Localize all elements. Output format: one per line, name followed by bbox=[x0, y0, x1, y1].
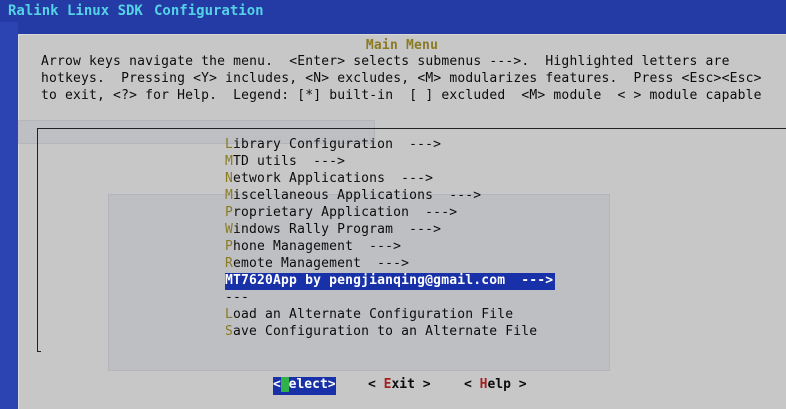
main-menu-dialog: Main Menu Arrow keys navigate the menu. … bbox=[18, 34, 786, 409]
select-button-label: elect bbox=[288, 377, 328, 392]
menu-item-label: roprietary Application ---> bbox=[233, 205, 458, 220]
menu-item-remote-management[interactable]: Remote Management ---> bbox=[225, 256, 409, 273]
section-title: Configuration bbox=[154, 3, 264, 19]
exit-button-label: xit bbox=[391, 377, 415, 392]
menu-item-label: etwork Applications ---> bbox=[233, 171, 434, 186]
separator-label: --- bbox=[225, 290, 250, 305]
select-button[interactable]: <Select> bbox=[273, 377, 336, 395]
hotkey: L bbox=[225, 137, 234, 152]
hotkey: S bbox=[225, 324, 234, 339]
hotkey: M bbox=[225, 188, 234, 203]
text-cursor: S bbox=[280, 377, 289, 392]
hotkey: N bbox=[225, 171, 234, 186]
menu-item-network-applications[interactable]: Network Applications ---> bbox=[225, 171, 433, 188]
menu-item-proprietary-application[interactable]: Proprietary Application ---> bbox=[225, 205, 457, 222]
menu-item-label: indows Rally Program ---> bbox=[233, 222, 442, 237]
menu-item-label: T7620App by pengjianqing@gmail.com ---> bbox=[233, 273, 554, 288]
menu-item-save-alternate-config[interactable]: Save Configuration to an Alternate File bbox=[225, 324, 537, 341]
bracket-open: < bbox=[368, 377, 384, 392]
help-text-line-3: to exit, <?> for Help. Legend: [*] built… bbox=[41, 88, 762, 103]
menu-item-phone-management[interactable]: Phone Management ---> bbox=[225, 239, 401, 256]
hotkey: W bbox=[225, 222, 234, 237]
terminal-left-edge bbox=[0, 22, 18, 409]
bracket-open: < bbox=[273, 377, 281, 392]
menu-separator: --- bbox=[225, 290, 249, 307]
menu-item-label: ave Configuration to an Alternate File bbox=[233, 324, 538, 339]
menu-item-label: ibrary Configuration ---> bbox=[233, 137, 442, 152]
menu-item-label: iscellaneous Applications ---> bbox=[233, 188, 482, 203]
menu-item-label: emote Management ---> bbox=[233, 256, 410, 271]
menu-item-label: oad an Alternate Configuration File bbox=[233, 307, 514, 322]
menu-item-label: TD utils ---> bbox=[233, 154, 346, 169]
help-button-label: elp bbox=[487, 377, 511, 392]
help-text-line-1: Arrow keys navigate the menu. <Enter> se… bbox=[41, 54, 730, 69]
menu-item-load-alternate-config[interactable]: Load an Alternate Configuration File bbox=[225, 307, 513, 324]
bracket-open: < bbox=[464, 377, 480, 392]
exit-button[interactable]: < Exit > bbox=[368, 377, 431, 395]
menu-item-library-configuration[interactable]: Library Configuration ---> bbox=[225, 137, 441, 154]
hotkey: M bbox=[225, 154, 234, 169]
hotkey: R bbox=[225, 256, 234, 271]
help-text-line-2: hotkeys. Pressing <Y> includes, <N> excl… bbox=[41, 71, 762, 86]
menu-item-mtd-utils[interactable]: MTD utils ---> bbox=[225, 154, 345, 171]
menu-box-corner bbox=[37, 311, 41, 352]
bracket-close: > bbox=[510, 377, 527, 392]
bracket-close: > bbox=[327, 377, 336, 392]
hotkey: P bbox=[225, 205, 234, 220]
title-bar: Ralink Linux SDK Configuration bbox=[0, 0, 786, 22]
hotkey: P bbox=[225, 239, 234, 254]
menu-item-miscellaneous-applications[interactable]: Miscellaneous Applications ---> bbox=[225, 188, 481, 205]
hotkey: L bbox=[225, 307, 234, 322]
menu-item-mt7620app[interactable]: MT7620App by pengjianqing@gmail.com ---> bbox=[225, 273, 556, 290]
menu-item-label: hone Management ---> bbox=[233, 239, 402, 254]
app-title: Ralink Linux SDK bbox=[8, 3, 143, 19]
help-button[interactable]: < Help > bbox=[464, 377, 527, 395]
hotkey: M bbox=[225, 273, 234, 288]
dialog-title: Main Menu bbox=[365, 38, 439, 53]
bracket-close: > bbox=[414, 377, 431, 392]
menu-item-windows-rally-program[interactable]: Windows Rally Program ---> bbox=[225, 222, 441, 239]
